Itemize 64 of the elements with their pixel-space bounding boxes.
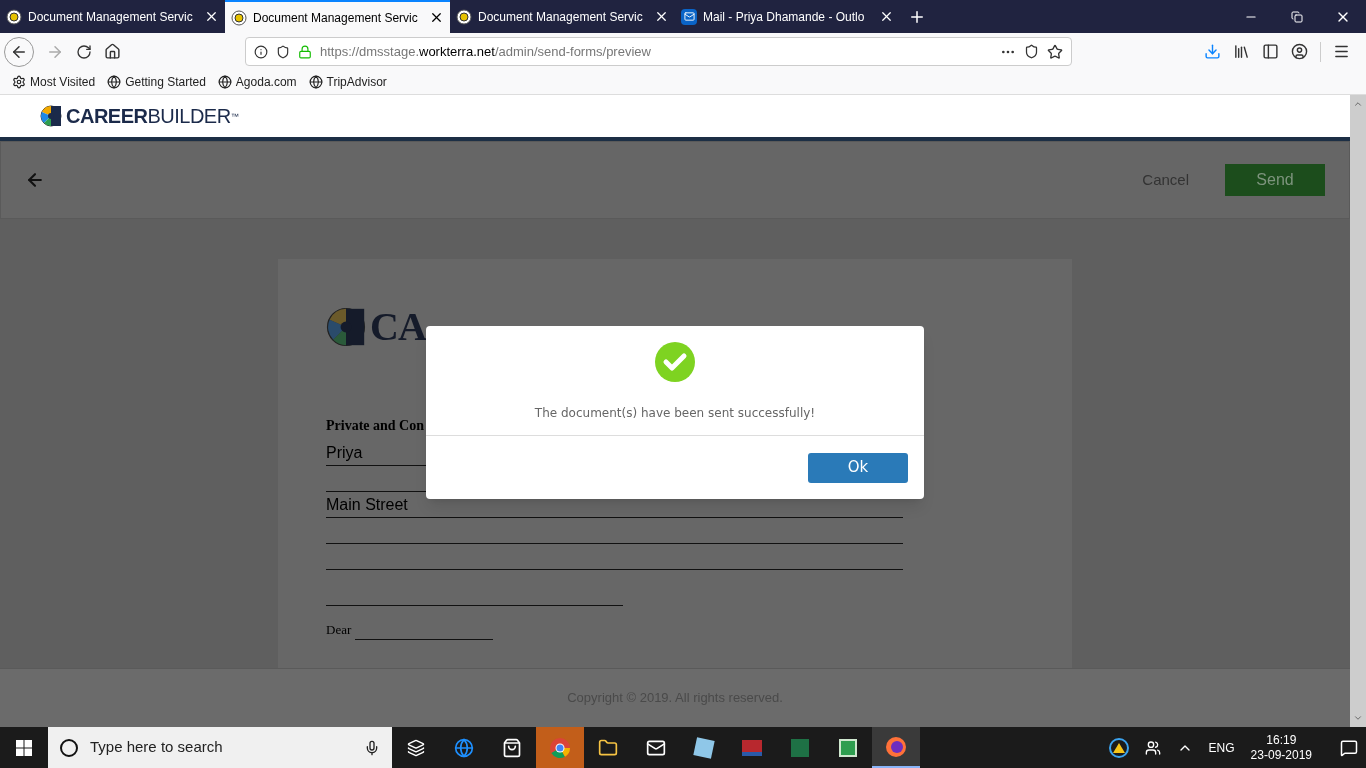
people-icon[interactable]	[1144, 739, 1161, 756]
bookmark-link[interactable]: Agoda.com	[217, 73, 297, 91]
address-bar[interactable]: https://dmsstage.workterra.net/admin/send-forms/preview	[245, 37, 1072, 66]
tab-title: Document Management Servic	[253, 9, 419, 27]
logo-text: CA	[370, 307, 426, 347]
chrome-icon[interactable]	[549, 736, 571, 759]
url-text: https://dmsstage.workterra.net/admin/send-forms/preview	[320, 42, 652, 61]
site-favicon-icon	[6, 8, 22, 25]
salutation-text: Dear	[326, 621, 352, 639]
logo-emblem-icon	[40, 105, 62, 127]
browser-tab[interactable]: Document Management Servic	[225, 0, 450, 33]
bookmark-link[interactable]: Most Visited	[12, 73, 96, 91]
browser-tab[interactable]: Document Management Servic	[450, 0, 675, 33]
spreadsheet-icon[interactable]	[839, 738, 857, 757]
menu-icon[interactable]	[1333, 43, 1350, 60]
star-icon[interactable]	[1047, 43, 1063, 60]
home-icon[interactable]	[104, 43, 121, 60]
logo-text: CAREERBUILDER$^{™}$	[66, 106, 239, 126]
shield-icon[interactable]	[276, 44, 290, 59]
mail-app-icon	[681, 8, 697, 25]
globe-icon	[308, 75, 323, 89]
tab-title: Mail - Priya Dhamande - Outlo	[703, 8, 866, 26]
language-indicator[interactable]: ENG	[1208, 738, 1235, 757]
info-icon[interactable]	[254, 44, 268, 59]
notifications-icon[interactable]	[1340, 738, 1358, 757]
clock[interactable]: 16:19 23-09-2019	[1250, 732, 1312, 763]
bookmark-link[interactable]: Getting Started	[107, 73, 206, 91]
download-icon[interactable]	[1204, 43, 1221, 60]
success-check-icon	[655, 342, 695, 382]
windows-start-icon[interactable]	[16, 739, 32, 756]
account-icon[interactable]	[1291, 43, 1308, 60]
bookmark-link[interactable]: TripAdvisor	[308, 73, 387, 91]
browser-tab[interactable]: Mail - Priya Dhamande - Outlo	[675, 0, 900, 33]
browser-icon[interactable]	[454, 737, 474, 758]
close-icon[interactable]	[429, 10, 444, 25]
folder-icon[interactable]	[598, 737, 618, 758]
browser-tab[interactable]: Document Management Servic	[0, 0, 225, 33]
task-view-icon[interactable]	[407, 738, 425, 757]
update-warning-icon[interactable]	[1108, 737, 1129, 758]
lock-icon	[298, 44, 312, 59]
close-icon[interactable]	[204, 9, 219, 24]
tab-title: Document Management Servic	[28, 8, 194, 26]
logo-emblem-icon	[326, 307, 366, 347]
ok-button[interactable]: Ok	[808, 452, 908, 483]
sidebar-icon[interactable]	[1262, 43, 1279, 60]
firefox-icon[interactable]	[885, 735, 907, 758]
library-icon[interactable]	[1233, 43, 1250, 60]
site-favicon-icon	[231, 9, 247, 26]
site-favicon-icon	[456, 8, 472, 25]
close-icon[interactable]	[879, 9, 894, 24]
reload-icon[interactable]	[76, 43, 92, 60]
app-icon[interactable]	[693, 736, 715, 759]
gear-icon	[12, 75, 26, 89]
close-icon[interactable]	[654, 9, 669, 24]
restore-icon[interactable]	[1291, 10, 1303, 23]
document-heading: Private and Con	[326, 417, 425, 435]
globe-icon	[107, 75, 122, 89]
globe-icon	[217, 75, 232, 89]
dialog-message: The document(s) have been sent successfully!	[534, 405, 816, 422]
shopping-bag-icon[interactable]	[502, 737, 522, 758]
taskbar-search-field[interactable]: Type here to search	[48, 727, 392, 768]
microphone-icon[interactable]	[364, 739, 380, 756]
search-icon	[60, 738, 78, 757]
tab-title: Document Management Servic	[478, 8, 644, 26]
